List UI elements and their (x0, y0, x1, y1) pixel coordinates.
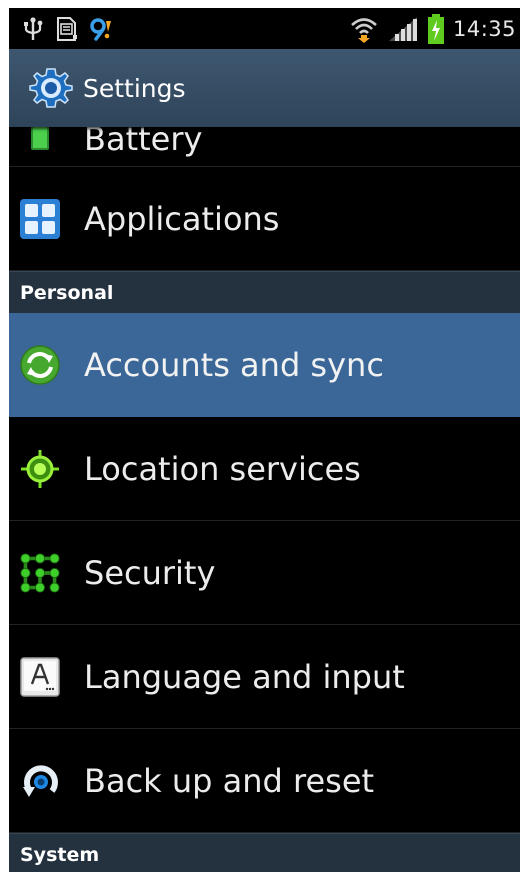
notification-icon (89, 17, 115, 41)
settings-item-label: Location services (84, 449, 361, 488)
battery-charging-icon (427, 13, 445, 45)
location-icon (20, 449, 60, 489)
settings-item-label: Language and input (84, 657, 405, 696)
section-header-personal: Personal (9, 271, 520, 313)
section-header-system: System (9, 833, 520, 872)
settings-list: Battery Applications Personal Accounts a… (9, 127, 520, 872)
status-time: 14:35 (452, 16, 516, 41)
sd-card-icon (55, 16, 77, 42)
settings-item-applications[interactable]: Applications (9, 167, 520, 271)
settings-item-accounts-and-sync[interactable]: Accounts and sync (9, 313, 520, 417)
settings-item-back-up-and-reset[interactable]: Back up and reset (9, 729, 520, 833)
status-bar: 14:35 (9, 8, 520, 49)
settings-item-language-and-input[interactable]: Language and input (9, 625, 520, 729)
signal-icon (387, 16, 419, 42)
settings-item-security[interactable]: Security (9, 521, 520, 625)
settings-gear-icon[interactable] (29, 66, 73, 110)
settings-item-label: Battery (84, 127, 203, 158)
android-screen: 14:35 Settings Battery Applications Pers… (9, 8, 520, 872)
applications-icon (20, 198, 60, 239)
sync-icon (20, 344, 60, 385)
language-icon (20, 656, 60, 697)
settings-item-location-services[interactable]: Location services (9, 417, 520, 521)
battery-icon (20, 127, 60, 155)
settings-item-label: Back up and reset (84, 761, 375, 800)
settings-item-label: Applications (84, 199, 280, 238)
usb-icon (23, 16, 43, 42)
settings-item-battery[interactable]: Battery (9, 127, 520, 167)
wifi-icon (349, 15, 379, 43)
backup-icon (20, 761, 60, 801)
security-icon (20, 552, 60, 593)
action-bar: Settings (9, 49, 520, 127)
settings-item-label: Accounts and sync (84, 345, 384, 384)
settings-item-label: Security (84, 553, 216, 592)
page-title: Settings (83, 73, 186, 103)
